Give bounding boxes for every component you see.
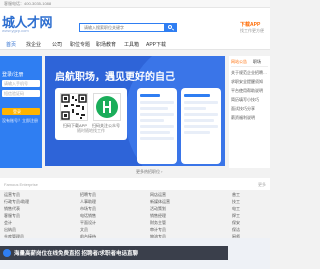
job-link[interactable]: 保洁 (232, 227, 240, 233)
job-link[interactable]: 财务主管 (150, 220, 166, 226)
job-link[interactable]: 行政专员/助理 (4, 199, 29, 205)
more-link[interactable]: 更多 (258, 182, 266, 188)
header: 城人才网 www.ygzp.com 下载APP 找工作更方便 (0, 8, 270, 38)
qr-card: 扫码下载APP 扫码关注公众号 随时随地找工作 (55, 88, 127, 140)
job-link[interactable]: 运营专员 (4, 192, 20, 198)
register-link[interactable]: 没有账号？立即注册 (2, 118, 38, 124)
mock-bar (140, 125, 174, 128)
mock-bar (140, 107, 168, 110)
notice-item[interactable]: 关于规范企业招聘… (231, 70, 268, 76)
job-link[interactable]: 客服专员 (4, 213, 20, 219)
mock-bar (140, 94, 160, 97)
app-download-bar[interactable]: 海量高薪岗位在线免费直招 招聘者/求职者电话直聊 (0, 246, 228, 260)
job-link[interactable]: 市场专员 (80, 206, 96, 212)
sms-code-field[interactable]: 短信验证码 (2, 90, 40, 97)
search-input[interactable] (80, 24, 158, 31)
job-link[interactable]: 出纳员 (4, 227, 16, 233)
phone-placeholder: 请输入手机号 (4, 81, 28, 86)
notice-item[interactable]: 面试技巧分享 (231, 106, 268, 112)
notice-item[interactable]: 求职安全提醒须知 (231, 79, 268, 85)
login-panel: 登录/注册 请输入手机号 短信验证码 登录 没有账号？立即注册 (0, 56, 42, 168)
search-icon (168, 25, 172, 29)
job-link[interactable]: 普工 (232, 192, 240, 198)
app-download-link[interactable]: 下载APP (240, 21, 260, 28)
nav-item-job-topics[interactable]: 职位专题 (70, 41, 90, 48)
job-link[interactable]: 文员 (80, 227, 88, 233)
app-download-subtext: 找工作更方便 (240, 28, 264, 33)
job-link[interactable]: 活动策划 (150, 206, 166, 212)
mock-bar (140, 131, 170, 134)
mock-bar (184, 131, 210, 134)
notice-item[interactable]: 平台使用帮助说明 (231, 88, 268, 94)
phone-mockup-left (137, 88, 177, 164)
job-link[interactable]: 网店运营 (150, 192, 166, 198)
notice-panel: 网站公告 职场 关于规范企业招聘… 求职安全提醒须知 平台使用帮助说明 简历填写… (229, 56, 270, 168)
job-link[interactable]: 电工 (232, 206, 240, 212)
job-link[interactable]: 会计 (4, 220, 12, 226)
mock-bar (184, 125, 218, 128)
job-link[interactable]: 新媒体运营 (150, 199, 170, 205)
search-box (79, 23, 177, 32)
site-domain: www.ygzp.com (2, 28, 29, 33)
wechat-qr-code (93, 93, 121, 121)
search-button[interactable] (164, 23, 177, 32)
nav-item-career-education[interactable]: 职场教育 (96, 41, 116, 48)
job-link[interactable]: 焊工 (232, 213, 240, 219)
famous-enterprise-header: Famous Enterprise 更多 (0, 178, 270, 190)
hero-banner[interactable]: 启航职场，遇见更好的自己 扫码下载APP 扫码关注公众号 随时随地找工作 (45, 56, 225, 166)
job-link[interactable]: 保安 (232, 220, 240, 226)
mock-bar (140, 101, 174, 104)
job-link[interactable]: 销售代表 (4, 206, 20, 212)
job-link[interactable]: 招聘专员 (80, 192, 96, 198)
phone-field[interactable]: 请输入手机号 (2, 80, 40, 87)
section-title: Famous Enterprise (4, 182, 38, 187)
app-icon (3, 249, 11, 257)
divider (231, 66, 268, 67)
mock-bar (140, 137, 174, 140)
mock-bar (184, 94, 210, 97)
nav-item-home[interactable]: 首页 (6, 41, 16, 48)
job-link[interactable]: 销售经理 (150, 213, 166, 219)
login-button[interactable]: 登录 (2, 108, 40, 115)
banner-headline: 启航职场，遇见更好的自己 (55, 72, 175, 83)
job-link[interactable]: 平面设计 (80, 220, 96, 226)
login-button-label: 登录 (13, 109, 21, 114)
nav-item-find-company[interactable]: 找企业 (26, 41, 41, 48)
mock-bar (184, 101, 218, 104)
download-bar-text: 海量高薪岗位在线免费直招 招聘者/求职者电话直聊 (14, 251, 139, 257)
nav-item-app-download[interactable]: APP下载 (146, 41, 166, 48)
phone-mockup-right (181, 88, 221, 164)
mock-bar (184, 119, 214, 122)
job-link[interactable]: 技工 (232, 199, 240, 205)
mock-bar (140, 119, 164, 122)
hotline-text: 客服电话：400-3035-1088 (4, 1, 52, 6)
mock-bar (184, 107, 206, 110)
notice-item[interactable]: 简历填写小技巧 (231, 97, 268, 103)
nav-item-company[interactable]: 公司 (52, 41, 62, 48)
login-title: 登录/注册 (2, 72, 24, 78)
sms-code-placeholder: 短信验证码 (4, 91, 24, 96)
main-nav: 首页 找企业 公司 职位专题 职场教育 工具箱 APP下载 (0, 38, 270, 50)
nav-item-toolbox[interactable]: 工具箱 (124, 41, 139, 48)
job-link[interactable]: 审计专员 (150, 227, 166, 233)
tab-career[interactable]: 职场 (253, 59, 261, 65)
app-qr-code (60, 93, 88, 121)
more-jobs-link[interactable]: 更多热招职位 › (136, 169, 162, 175)
job-link[interactable]: 电话销售 (80, 213, 96, 219)
qr-note: 随时随地找工作 (77, 128, 105, 133)
mock-bar (184, 113, 218, 116)
notice-item[interactable]: 薪资福利说明 (231, 115, 268, 121)
top-strip: 客服电话：400-3035-1088 (0, 0, 270, 8)
mock-bar (140, 113, 174, 116)
job-link[interactable]: 人事助理 (80, 199, 96, 205)
tab-notice[interactable]: 网站公告 (231, 59, 247, 65)
